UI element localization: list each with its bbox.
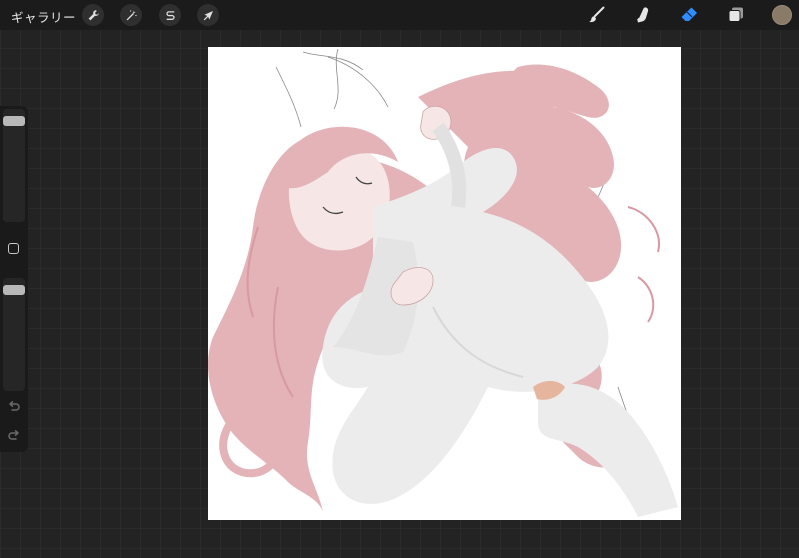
opacity-slider[interactable] [3,278,25,391]
brush-size-slider[interactable] [3,109,25,222]
adjustments-button[interactable] [120,4,142,26]
layers-icon [728,7,743,22]
color-picker-swatch[interactable] [772,5,792,25]
actions-button[interactable] [82,4,104,26]
magic-wand-icon [126,9,137,20]
redo-icon[interactable] [7,429,21,443]
undo-icon[interactable] [7,400,21,414]
wrench-icon [88,9,99,20]
arrow-cursor-icon [203,10,213,20]
left-sidebar [0,106,28,452]
top-toolbar: ギャラリー [0,0,799,30]
smudge-finger-icon [637,7,649,23]
gallery-button[interactable]: ギャラリー [11,7,76,26]
eraser-tool-button[interactable] [678,5,700,25]
selection-button[interactable] [159,4,181,26]
modify-button[interactable] [8,243,19,254]
artwork-illustration [208,48,678,517]
smudge-tool-button[interactable] [632,5,654,25]
brush-icon [589,6,605,23]
drawing-canvas[interactable] [208,47,681,520]
brush-tool-button[interactable] [585,5,607,25]
opacity-slider-thumb[interactable] [3,284,25,295]
brush-size-slider-thumb[interactable] [3,115,25,126]
transform-button[interactable] [197,4,219,26]
eraser-icon [681,7,697,21]
layers-button[interactable] [725,5,747,25]
selection-s-icon [165,10,175,20]
